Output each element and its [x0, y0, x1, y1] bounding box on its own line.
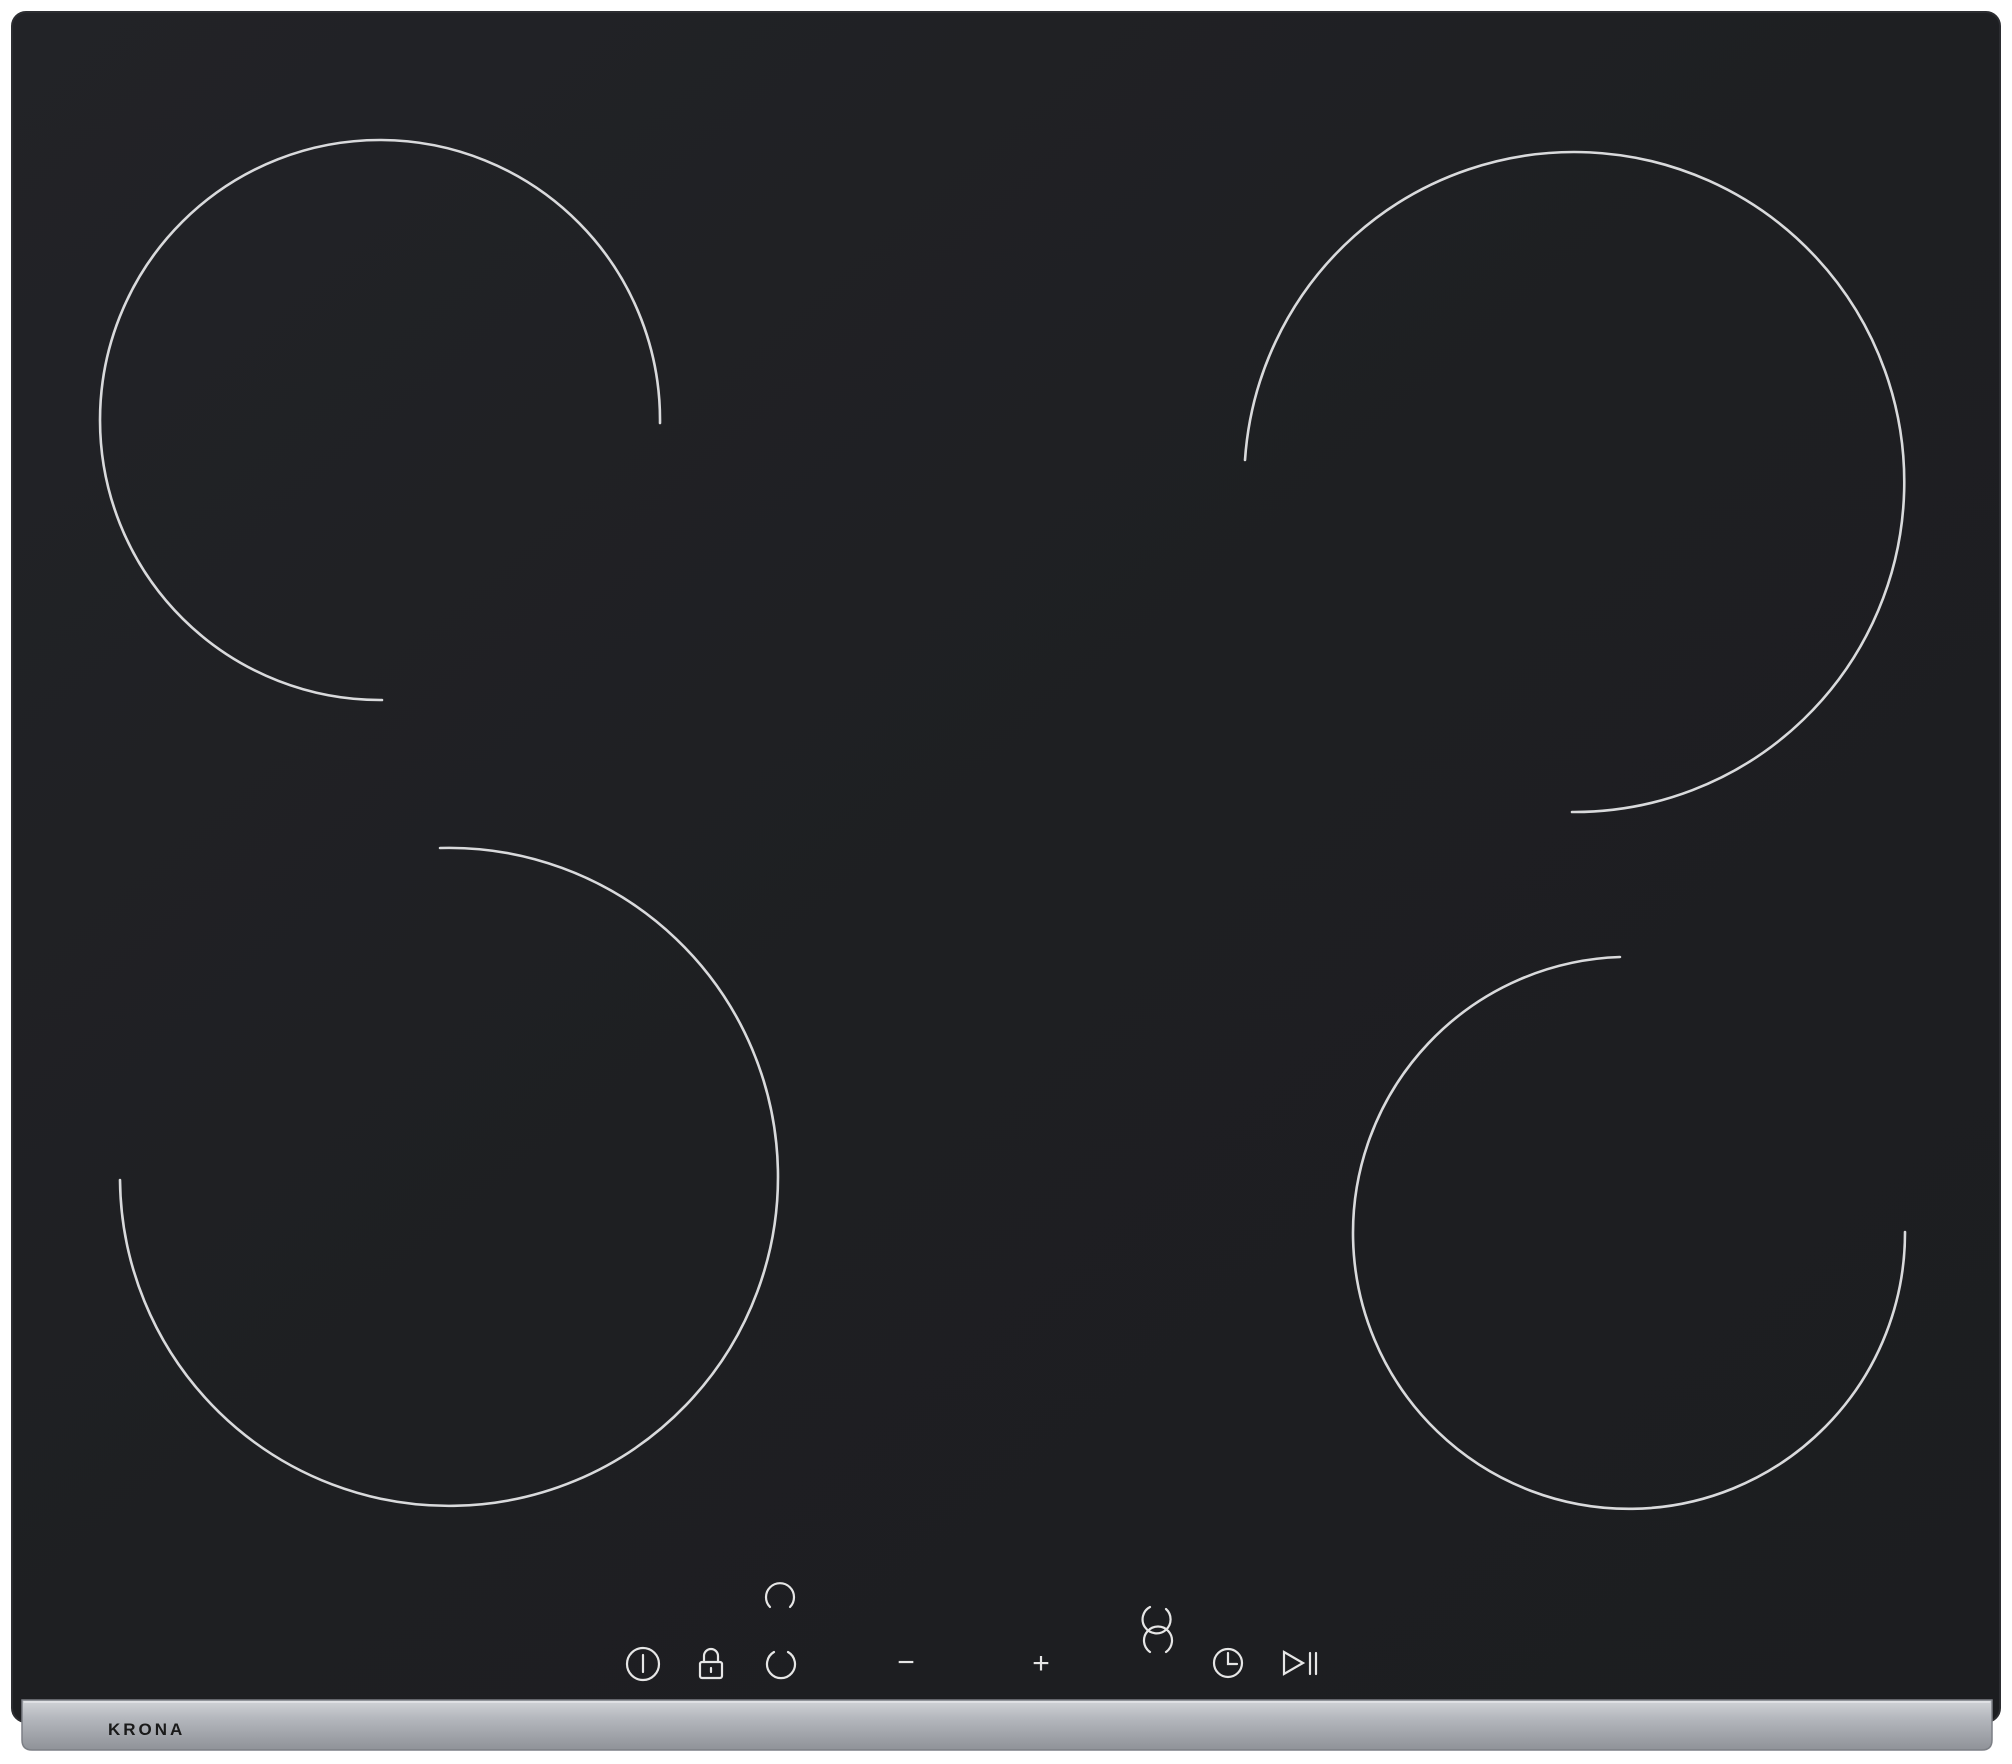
plus-button[interactable]: + — [1032, 1647, 1050, 1680]
minus-button[interactable]: − — [897, 1646, 915, 1679]
cooktop-photo: − + KRONA — [0, 0, 2012, 1764]
brand-logo: KRONA — [108, 1720, 185, 1739]
cooktop-surface: − + KRONA — [11, 11, 2001, 1751]
glass-top — [11, 11, 2001, 1723]
trim-strip — [21, 1699, 1993, 1751]
